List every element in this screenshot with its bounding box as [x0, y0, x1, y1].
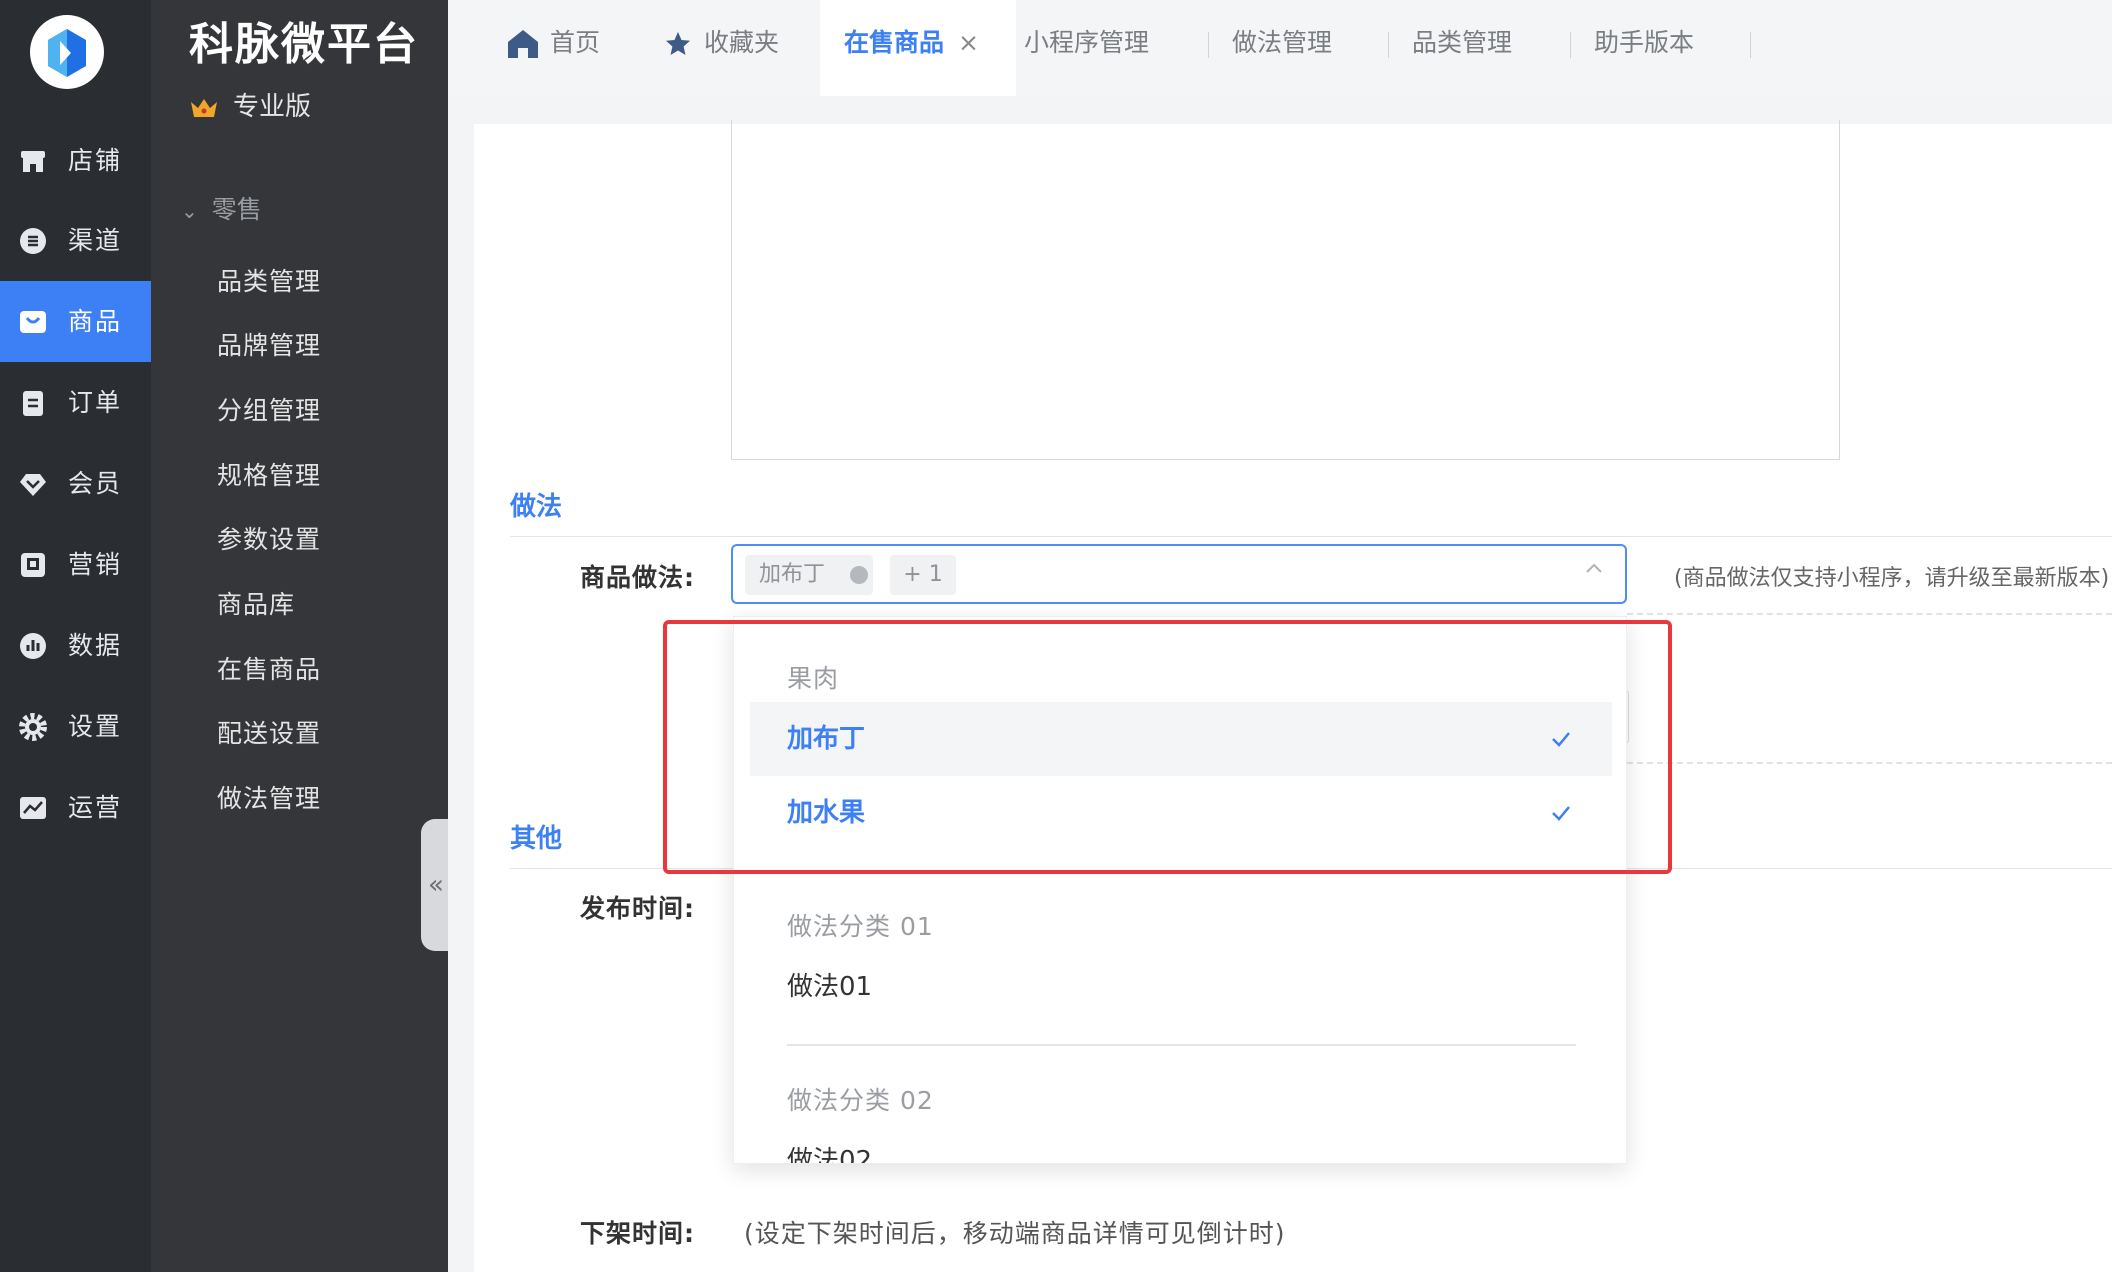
rail-item-data[interactable]: 数据 — [0, 605, 151, 686]
tab-recipe-manage[interactable]: 做法管理 — [1232, 0, 1332, 96]
tab-assistant-version[interactable]: 助手版本 — [1594, 0, 1694, 96]
close-tab-icon[interactable]: × — [958, 28, 979, 57]
brand-title: 科脉微平台 — [189, 19, 419, 70]
sidebar-item-delivery[interactable]: 配送设置 — [217, 714, 321, 750]
tab-favorites[interactable]: 收藏夹 — [664, 0, 779, 96]
rail-item-channel[interactable]: 渠道 — [0, 200, 151, 281]
option-label: 做法01 — [787, 972, 873, 1002]
rail-item-label: 会员 — [68, 469, 123, 498]
selected-tag: 加布丁 — [745, 555, 873, 595]
option-label: 加布丁 — [787, 724, 866, 754]
settings-icon — [19, 713, 47, 741]
app-logo[interactable] — [30, 15, 104, 89]
sidebar-item-group[interactable]: 分组管理 — [217, 391, 321, 427]
rail-item-label: 商品 — [68, 307, 123, 336]
rail-item-operations[interactable]: 运营 — [0, 767, 151, 848]
sidebar-item-library[interactable]: 商品库 — [217, 585, 295, 621]
rail-item-settings[interactable]: 设置 — [0, 686, 151, 767]
section-divider — [510, 536, 2112, 537]
more-tags-count: + 1 — [890, 555, 956, 595]
rail-item-store[interactable]: 店铺 — [0, 120, 151, 201]
plan-label: 专业版 — [233, 92, 312, 122]
selected-tag-label: 加布丁 — [759, 562, 826, 587]
home-icon — [508, 30, 538, 58]
rail-item-label: 营销 — [68, 550, 123, 579]
tab-bar: 首页 收藏夹 在售商品 × 小程序管理 做法管理 品类管理 助手版本 — [448, 0, 2112, 96]
tab-divider — [1750, 32, 1751, 58]
rail-item-label: 运营 — [68, 793, 123, 822]
rail-item-label: 设置 — [68, 712, 123, 741]
option-group-divider — [787, 1044, 1576, 1046]
rail-item-order[interactable]: 订单 — [0, 362, 151, 443]
store-icon — [21, 151, 45, 172]
star-icon — [666, 32, 690, 55]
check-icon — [1552, 806, 1570, 821]
tab-label: 首页 — [550, 28, 601, 57]
member-icon — [20, 474, 46, 496]
tab-divider — [1388, 32, 1389, 58]
sidebar-item-brand[interactable]: 品牌管理 — [217, 326, 321, 362]
logo-mark-icon — [48, 29, 86, 77]
description-textarea[interactable] — [731, 120, 1840, 460]
rail-item-label: 数据 — [68, 631, 123, 660]
data-icon — [20, 633, 46, 659]
tab-home[interactable]: 首页 — [506, 0, 600, 96]
dropdown-option-recipe02[interactable]: 做法02 — [750, 1124, 1612, 1164]
rail-item-label: 店铺 — [68, 146, 123, 175]
tab-divider — [1208, 32, 1209, 58]
rail-item-label: 渠道 — [68, 226, 123, 255]
secondary-sidebar: 科脉微平台 专业版 ⌄ 零售 品类管理 品牌管理 分组管理 规格管理 参数设置 商… — [151, 0, 448, 1272]
plan-badge: 专业版 — [189, 86, 311, 123]
rail-item-member[interactable]: 会员 — [0, 443, 151, 524]
chevron-down-icon: ⌄ — [181, 199, 198, 223]
sidebar-item-on-sale[interactable]: 在售商品 — [217, 650, 321, 686]
tab-label: 收藏夹 — [704, 28, 780, 57]
dashed-divider — [1627, 762, 2112, 764]
goods-icon — [20, 311, 46, 333]
option-group-title: 果肉 — [787, 664, 840, 693]
tab-label: 在售商品 — [844, 28, 945, 57]
recipe-multiselect[interactable]: 加布丁 + 1 — [731, 544, 1627, 604]
sidebar-item-spec[interactable]: 规格管理 — [217, 456, 321, 492]
sidebar-item-recipe[interactable]: 做法管理 — [217, 779, 321, 815]
channel-icon — [20, 228, 46, 254]
rail-item-label: 订单 — [68, 388, 123, 417]
marketing-icon — [21, 553, 45, 577]
dropdown-option-fruit[interactable]: 加水果 — [750, 776, 1612, 850]
dashed-divider — [1627, 613, 2112, 615]
offshelf-time-label: 下架时间: — [580, 1219, 695, 1248]
order-icon — [23, 391, 43, 416]
tab-on-sale[interactable]: 在售商品 × — [820, 0, 1016, 96]
primary-nav-rail: 店铺 渠道 商品 订单 会员 营销 数据 设置 运营 — [0, 0, 151, 1272]
recipe-field-label: 商品做法: — [580, 563, 695, 592]
sidebar-group-label: 零售 — [211, 195, 262, 224]
recipe-hint-text: (商品做法仅支持小程序，请升级至最新版本) — [1674, 566, 2110, 591]
dropdown-option-recipe01[interactable]: 做法01 — [750, 950, 1612, 1024]
operations-icon — [20, 797, 46, 819]
tab-category-manage[interactable]: 品类管理 — [1412, 0, 1512, 96]
sidebar-item-category[interactable]: 品类管理 — [217, 262, 321, 298]
recipe-dropdown-panel: 果肉 加布丁 加水果 做法分类 01 做法01 做法分类 02 做法02 — [733, 616, 1627, 1164]
section-title-recipe: 做法 — [510, 492, 563, 522]
sidebar-group-retail[interactable]: ⌄ 零售 — [181, 190, 262, 226]
tab-divider — [1570, 32, 1571, 58]
option-label: 加水果 — [787, 798, 866, 828]
option-label: 做法02 — [787, 1146, 873, 1164]
publish-time-label: 发布时间: — [580, 894, 695, 923]
rail-item-marketing[interactable]: 营销 — [0, 524, 151, 605]
rail-item-goods[interactable]: 商品 — [0, 281, 151, 362]
collapse-sidebar-button[interactable]: « — [421, 819, 451, 951]
remove-tag-icon[interactable] — [850, 566, 868, 584]
dropdown-option-pudding[interactable]: 加布丁 — [750, 702, 1612, 776]
check-icon — [1552, 732, 1570, 747]
chevron-up-icon[interactable] — [1585, 560, 1603, 578]
sidebar-item-params[interactable]: 参数设置 — [217, 520, 321, 556]
offshelf-note: (设定下架时间后，移动端商品详情可见倒计时) — [744, 1219, 1286, 1248]
section-title-other: 其他 — [510, 824, 563, 854]
crown-icon — [191, 98, 217, 117]
option-group-title: 做法分类 02 — [787, 1086, 934, 1115]
option-group-title: 做法分类 01 — [787, 912, 934, 941]
tab-mini-program[interactable]: 小程序管理 — [1024, 0, 1149, 96]
